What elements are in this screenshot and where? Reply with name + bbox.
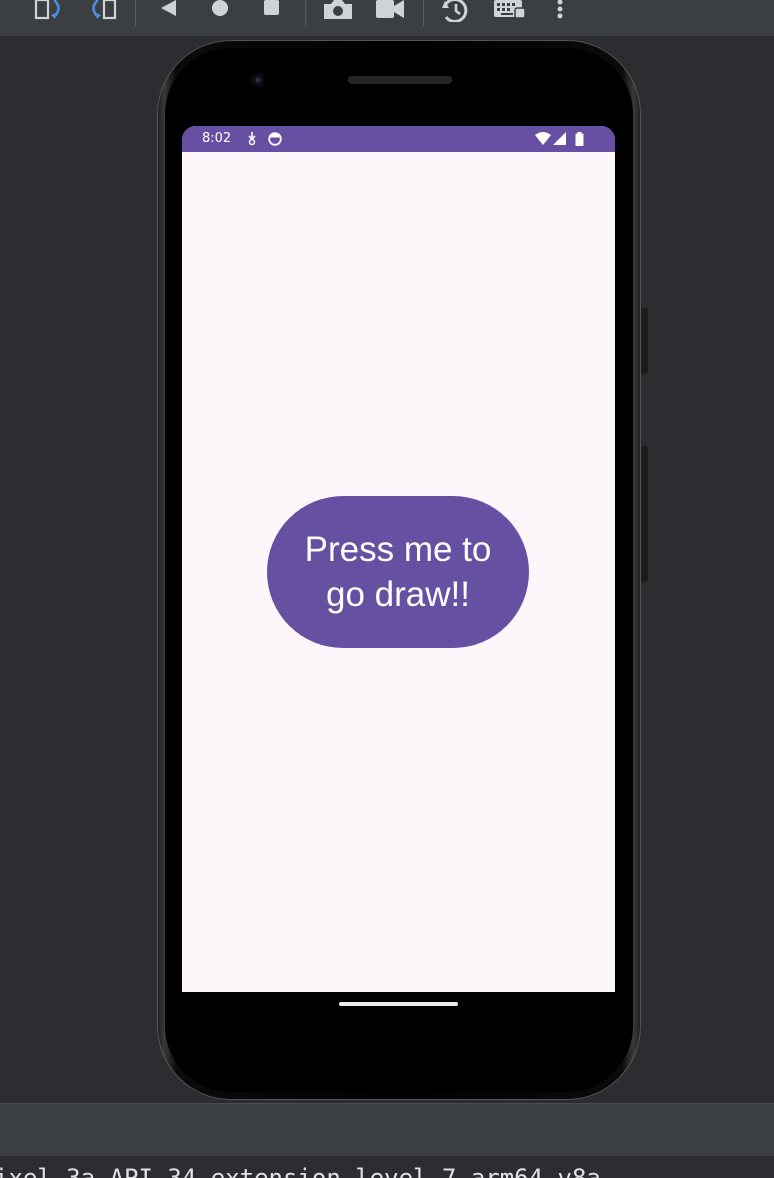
device-label: ixel 3a API 34 extension level 7 arm64-v… bbox=[0, 1164, 601, 1178]
front-camera bbox=[251, 73, 265, 87]
toolbar-separator bbox=[305, 0, 306, 26]
cell-signal-icon bbox=[553, 132, 566, 145]
device-screen: 8:02 Press me to go draw!! bbox=[182, 126, 615, 992]
earpiece-speaker bbox=[348, 76, 452, 84]
gesture-nav-bar[interactable] bbox=[339, 1002, 458, 1006]
status-bar: 8:02 bbox=[182, 126, 615, 152]
power-button[interactable] bbox=[641, 308, 648, 374]
overview-icon[interactable] bbox=[262, 0, 282, 22]
back-icon[interactable] bbox=[158, 0, 178, 22]
emulator-toolbar bbox=[0, 0, 774, 36]
screen-record-icon[interactable] bbox=[374, 0, 406, 22]
download-icon bbox=[248, 132, 256, 146]
battery-icon bbox=[575, 132, 584, 146]
rotate-left-icon[interactable] bbox=[34, 0, 68, 22]
keyboard-icon[interactable] bbox=[493, 0, 527, 22]
wifi-icon bbox=[535, 132, 551, 145]
go-draw-button-label: Press me to go draw!! bbox=[304, 530, 492, 614]
toolbar-separator bbox=[423, 0, 424, 26]
home-icon[interactable] bbox=[210, 0, 230, 22]
status-time: 8:02 bbox=[202, 131, 232, 146]
more-options-icon[interactable] bbox=[554, 0, 566, 22]
screenshot-icon[interactable] bbox=[322, 0, 354, 22]
go-draw-button[interactable]: Press me to go draw!! bbox=[267, 496, 529, 648]
toolbar-separator bbox=[135, 0, 136, 26]
rotate-right-icon[interactable] bbox=[86, 0, 118, 22]
face-icon bbox=[268, 132, 282, 146]
snapshot-icon[interactable] bbox=[440, 0, 472, 22]
ide-bottom-panel bbox=[0, 1103, 774, 1156]
volume-button[interactable] bbox=[641, 446, 648, 582]
